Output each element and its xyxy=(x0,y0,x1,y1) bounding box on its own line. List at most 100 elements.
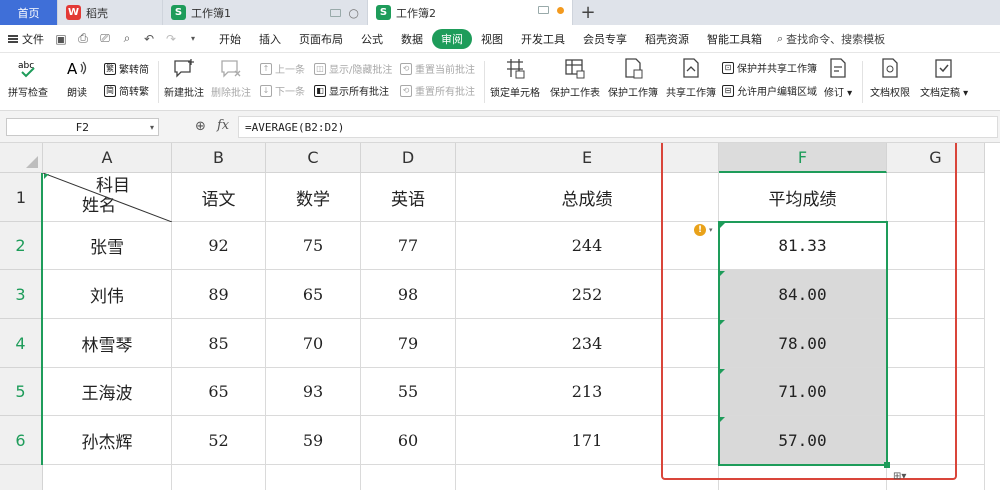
next-comment-button[interactable]: ↓ 下一条 xyxy=(260,83,305,98)
doc-permission-button[interactable]: 文档权限 xyxy=(870,57,910,99)
data-cell[interactable]: 98 xyxy=(361,270,456,319)
new-comment-button[interactable]: 新建批注 xyxy=(164,57,204,99)
cell-g[interactable] xyxy=(887,416,985,465)
doc-finalize-button[interactable]: 文档定稿 ▾ xyxy=(920,57,968,99)
average-cell[interactable]: 84.00 xyxy=(719,270,887,319)
cell-empty[interactable] xyxy=(667,416,719,465)
spell-check-button[interactable]: abc 拼写检查 xyxy=(8,57,48,99)
chevron-down-icon[interactable]: ▾ xyxy=(709,226,713,234)
menu-tab[interactable]: 页面布局 xyxy=(290,31,352,47)
data-cell[interactable]: 93 xyxy=(266,368,361,416)
monitor-icon[interactable] xyxy=(538,6,549,14)
header-cell-b[interactable]: 语文 xyxy=(172,173,266,222)
column-header-c[interactable]: C xyxy=(266,143,361,173)
formula-input[interactable]: =AVERAGE(B2:D2) xyxy=(238,116,998,138)
print-icon[interactable]: ⎚ xyxy=(98,31,112,46)
row-header-5[interactable]: 5 xyxy=(0,368,43,416)
tab-docer[interactable]: W 稻壳 xyxy=(58,0,163,25)
spreadsheet-grid[interactable]: A B C D E F G 1 2 3 4 5 6 科目 姓名 语文 数学 英语 总成绩 平均成绩 张雪 92 75 77 24… xyxy=(0,143,1000,490)
protect-and-share-button[interactable]: ⊡ 保护并共享工作簿 xyxy=(722,60,817,75)
menu-tab[interactable]: 审阅 xyxy=(432,28,472,49)
diagonal-header-cell[interactable]: 科目 姓名 xyxy=(43,173,172,222)
read-aloud-button[interactable]: A 朗读 xyxy=(65,57,89,99)
name-box[interactable]: F2 ▾ xyxy=(6,118,159,136)
data-cell[interactable]: 59 xyxy=(266,416,361,465)
header-cell-c[interactable]: 数学 xyxy=(266,173,361,222)
header-cell-f[interactable]: 平均成绩 xyxy=(719,173,887,222)
menu-tab[interactable]: 开发工具 xyxy=(512,31,574,47)
row-header-3[interactable]: 3 xyxy=(0,270,43,319)
insert-function-button[interactable]: fx xyxy=(217,118,229,133)
close-icon[interactable]: ○ xyxy=(349,6,359,20)
cell-empty[interactable] xyxy=(172,465,266,490)
data-cell[interactable]: 林雪琴 xyxy=(43,319,172,368)
reset-current-comment-button[interactable]: ⟲ 重置当前批注 xyxy=(400,61,475,76)
column-header-a[interactable]: A xyxy=(43,143,172,173)
tab-home[interactable]: 首页 xyxy=(0,0,58,25)
menu-tab[interactable]: 开始 xyxy=(210,31,250,47)
print-preview-icon[interactable]: ⌕ xyxy=(120,31,134,46)
prev-comment-button[interactable]: ↑ 上一条 xyxy=(260,61,305,76)
data-cell[interactable]: 60 xyxy=(361,416,456,465)
lock-cell-button[interactable]: 锁定单元格 xyxy=(490,57,540,99)
row-header-2[interactable]: 2 xyxy=(0,222,43,270)
protect-sheet-button[interactable]: 保护工作表 xyxy=(550,57,600,99)
cell-g[interactable] xyxy=(887,319,985,368)
data-cell[interactable]: 89 xyxy=(172,270,266,319)
data-cell[interactable]: 79 xyxy=(361,319,456,368)
cell-empty[interactable] xyxy=(667,368,719,416)
cell-g1[interactable] xyxy=(887,173,985,222)
track-changes-button[interactable]: 修订 ▾ xyxy=(824,57,852,99)
cell-g[interactable] xyxy=(887,222,985,270)
cell-empty[interactable] xyxy=(43,465,172,490)
delete-comment-button[interactable]: 删除批注 xyxy=(211,57,251,99)
row-header-6[interactable]: 6 xyxy=(0,416,43,465)
new-tab-button[interactable]: + xyxy=(573,0,603,25)
menu-tab[interactable]: 公式 xyxy=(352,31,392,47)
data-cell[interactable]: 75 xyxy=(266,222,361,270)
trad-to-simp-button[interactable]: 繁 繁转简 xyxy=(104,61,149,76)
save-icon[interactable]: ▣ xyxy=(54,32,68,46)
file-menu[interactable]: 文件 xyxy=(8,31,44,47)
fill-handle[interactable] xyxy=(884,462,890,468)
column-header-g[interactable]: G xyxy=(887,143,985,173)
command-search[interactable]: ⌕ 查找命令、搜索模板 xyxy=(777,31,885,47)
menu-tab[interactable]: 视图 xyxy=(472,31,512,47)
allow-edit-ranges-button[interactable]: ⊟ 允许用户编辑区域 xyxy=(722,83,817,98)
protect-workbook-button[interactable]: 保护工作簿 xyxy=(608,57,658,99)
redo-icon[interactable]: ↷ xyxy=(164,32,178,46)
cell-empty[interactable] xyxy=(667,173,719,222)
average-cell[interactable]: 78.00 xyxy=(719,319,887,368)
header-cell-d[interactable]: 英语 xyxy=(361,173,456,222)
share-workbook-button[interactable]: 共享工作簿 xyxy=(666,57,716,99)
show-hide-comment-button[interactable]: ◫ 显示/隐藏批注 xyxy=(314,61,392,76)
cell-empty[interactable] xyxy=(361,465,456,490)
undo-icon[interactable]: ↶ xyxy=(142,32,156,46)
column-header-f[interactable]: F xyxy=(719,143,887,173)
row-header-4[interactable]: 4 xyxy=(0,319,43,368)
menu-tab[interactable]: 稻壳资源 xyxy=(636,31,698,47)
cell-empty[interactable] xyxy=(667,465,719,490)
data-cell[interactable]: 55 xyxy=(361,368,456,416)
cell-empty[interactable] xyxy=(266,465,361,490)
chevron-down-icon[interactable]: ▾ xyxy=(186,32,200,46)
select-all-corner[interactable] xyxy=(0,143,43,173)
data-cell[interactable]: 70 xyxy=(266,319,361,368)
tab-workbook1[interactable]: S 工作簿1 ○ xyxy=(163,0,368,25)
data-cell[interactable]: 92 xyxy=(172,222,266,270)
menu-tab[interactable]: 智能工具箱 xyxy=(698,31,771,47)
menu-tab[interactable]: 数据 xyxy=(392,31,432,47)
tab-workbook2[interactable]: S 工作簿2 xyxy=(368,0,573,25)
cell-g[interactable] xyxy=(887,368,985,416)
cell-empty[interactable] xyxy=(719,465,887,490)
row-header-1[interactable]: 1 xyxy=(0,173,43,222)
data-cell[interactable]: 65 xyxy=(172,368,266,416)
show-all-comments-button[interactable]: ◧ 显示所有批注 xyxy=(314,83,389,98)
data-cell[interactable]: 孙杰辉 xyxy=(43,416,172,465)
data-cell[interactable]: 65 xyxy=(266,270,361,319)
cell-empty[interactable] xyxy=(667,270,719,319)
monitor-icon[interactable] xyxy=(329,9,341,17)
average-cell[interactable]: 57.00 xyxy=(719,416,887,465)
column-header-d[interactable]: D xyxy=(361,143,456,173)
column-header-b[interactable]: B xyxy=(172,143,266,173)
